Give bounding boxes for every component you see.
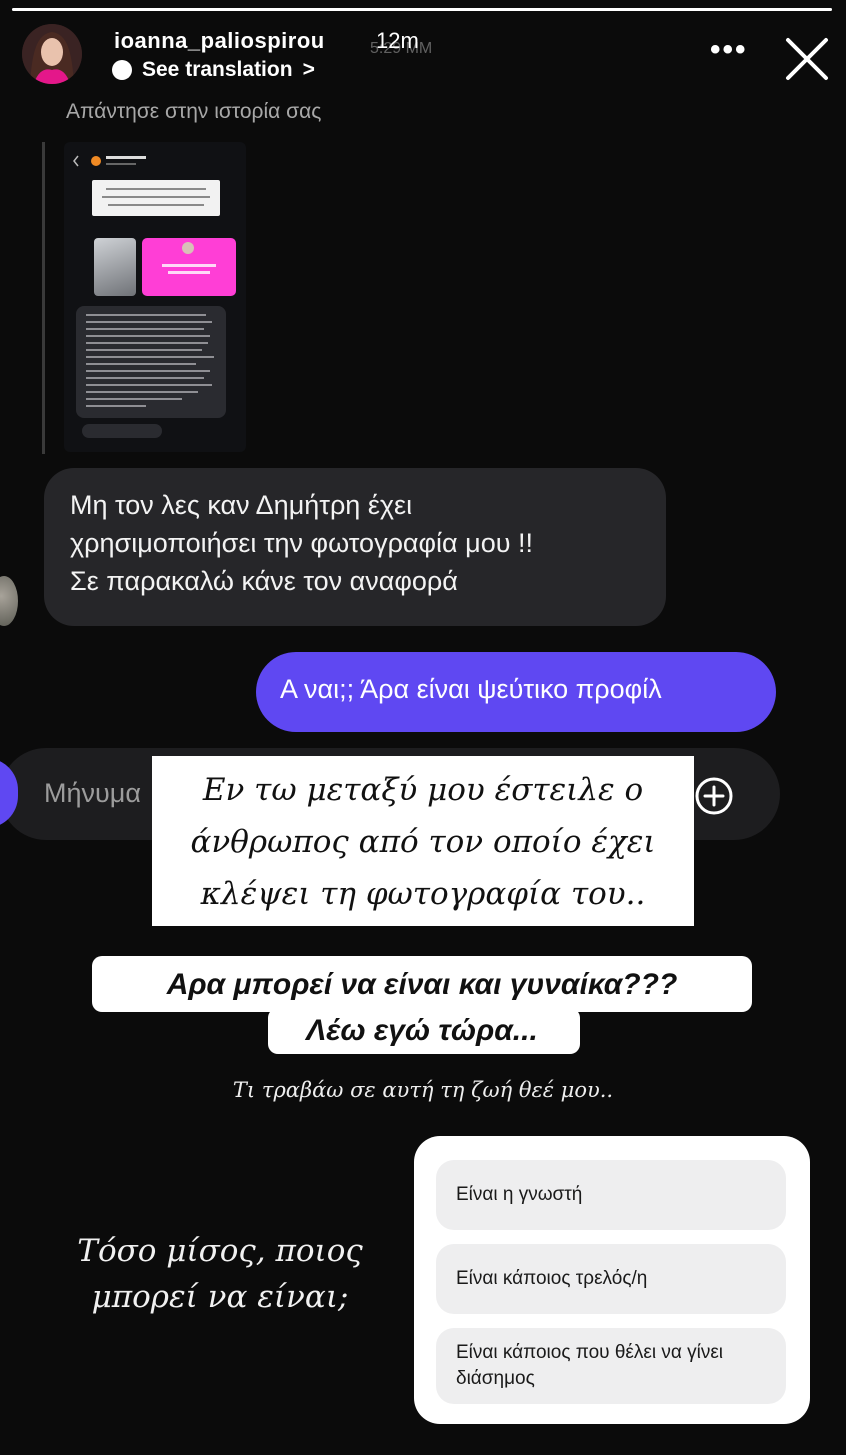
time-ago: 12m: [376, 28, 419, 53]
bold-tag-text: Αρα μπορεί να είναι και γυναίκα??? Λέω ε…: [92, 962, 752, 1054]
caption-big-line: μπορεί να είναι;: [91, 1279, 349, 1315]
avatar[interactable]: [22, 24, 82, 84]
mini-photo: [94, 238, 136, 296]
more-icon[interactable]: •••: [710, 35, 748, 65]
caption-big-line: Τόσο μίσος, ποιος: [77, 1233, 363, 1269]
message-input-placeholder[interactable]: Μήνυμα: [44, 778, 141, 809]
sent-message-text: Α ναι;; Άρα είναι ψεύτικο προφίλ: [280, 674, 662, 704]
reply-label: Απάντησε στην ιστορία σας: [66, 100, 322, 123]
text-sticker-line: Εν τω μεταξύ μου έστειλε ο: [202, 772, 644, 808]
poll-option-1[interactable]: Είναι η γνωστή: [436, 1160, 786, 1230]
caption-big: Τόσο μίσος, ποιος μπορεί να είναι;: [40, 1228, 400, 1320]
received-message-line: χρησιμοποιήσει την φωτογραφία μου !!: [70, 528, 533, 558]
translate-icon: [112, 60, 132, 80]
poll-option-3[interactable]: Είναι κάποιος που θέλει να γίνει διάσημο…: [436, 1328, 786, 1404]
text-sticker: Εν τω μεταξύ μου έστειλε ο άνθρωπος από …: [152, 764, 694, 920]
quote-line: [42, 142, 45, 454]
story-progress-bar: [12, 8, 832, 11]
plus-icon[interactable]: [694, 776, 734, 816]
mini-pink-sticker: [142, 238, 236, 296]
see-translation-label: See translation: [142, 58, 293, 81]
see-translation-button[interactable]: See translation >: [112, 58, 315, 82]
close-icon[interactable]: [784, 36, 830, 82]
received-message-line: Μη τον λες καν Δημήτρη έχει: [70, 490, 413, 520]
sender-avatar[interactable]: [0, 576, 18, 626]
caption-small: Τι τραβάω σε αυτή τη ζωή θεέ μου..: [232, 1078, 614, 1102]
mini-text-bubble: [76, 306, 226, 418]
mini-small-bubble: [82, 424, 162, 438]
bold-tag-line: Αρα μπορεί να είναι και γυναίκα???: [166, 968, 678, 1001]
text-sticker-line: άνθρωπος από τον οποίο έχει: [190, 824, 656, 860]
received-message-line: Σε παρακαλώ κάνε τον αναφορά: [70, 566, 458, 596]
story-progress-fill: [12, 8, 832, 11]
quoted-story-thumbnail[interactable]: [64, 142, 246, 452]
poll-option-2[interactable]: Είναι κάποιος τρελός/η: [436, 1244, 786, 1314]
username[interactable]: ioanna_paliospirou: [114, 28, 325, 54]
text-sticker-line: κλέψει τη φωτογραφία του..: [200, 876, 646, 912]
chevron-right-icon: >: [302, 58, 315, 81]
received-message-text: Μη τον λες καν Δημήτρη έχει χρησιμοποιήσ…: [70, 486, 670, 600]
mini-header: [72, 152, 238, 170]
mini-white-card: [92, 180, 220, 216]
bold-tag-line: Λέω εγώ τώρα...: [306, 1014, 538, 1047]
